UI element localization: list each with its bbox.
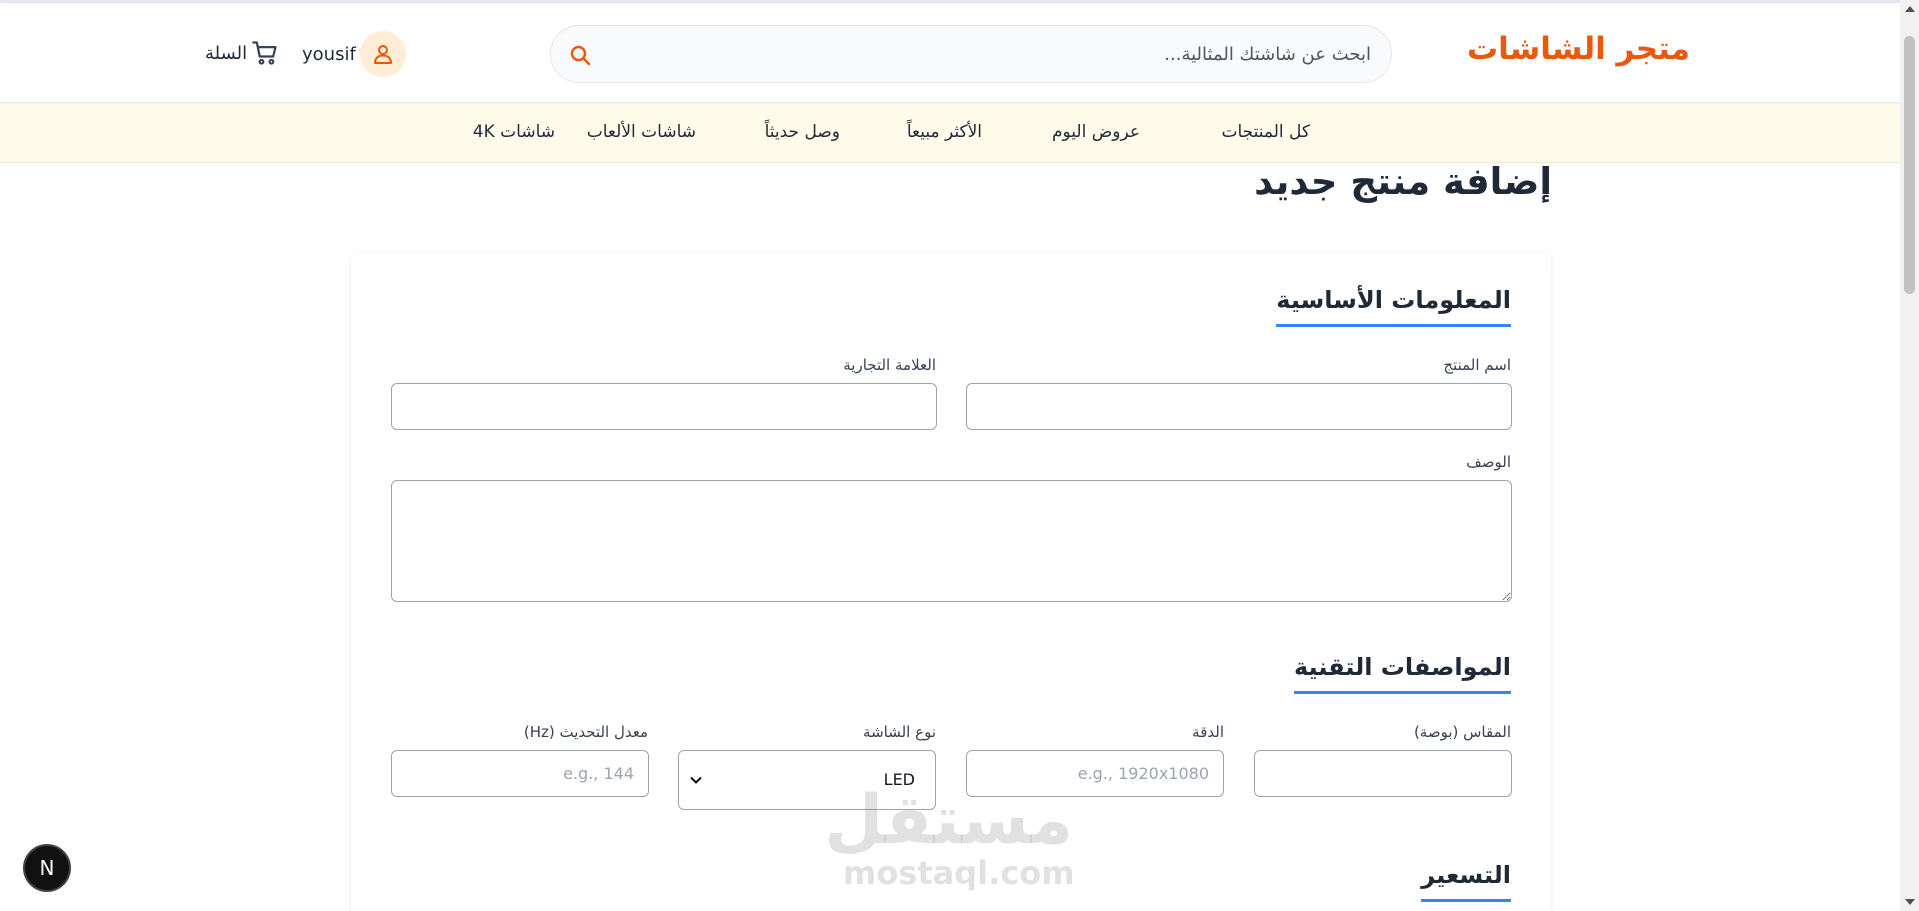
nav-4k-monitors[interactable]: شاشات 4K — [473, 122, 555, 142]
search-bar — [550, 25, 1392, 83]
scroll-up-arrow[interactable] — [1905, 6, 1915, 12]
user-name: yousif — [302, 43, 356, 65]
page-title: إضافة منتج جديد — [1254, 160, 1552, 203]
search-input[interactable] — [631, 26, 1371, 82]
dev-tools-badge[interactable]: N — [23, 844, 71, 892]
user-icon — [373, 45, 392, 64]
brand-label: العلامة التجارية — [843, 356, 936, 374]
nav-new-arrivals[interactable]: وصل حديثاً — [765, 122, 840, 142]
section-title-tech-specs: المواصفات التقنية — [1293, 653, 1511, 694]
search-icon — [570, 45, 591, 66]
resolution-input[interactable] — [966, 750, 1224, 797]
refresh-rate-label: معدل التحديث (Hz) — [523, 723, 648, 741]
section-title-pricing: التسعير — [1421, 861, 1511, 902]
cart-icon — [252, 41, 277, 65]
avatar — [359, 31, 406, 77]
screen-type-label: نوع الشاشة — [863, 723, 936, 741]
product-name-label: اسم المنتج — [1443, 356, 1511, 374]
scroll-thumb[interactable] — [1904, 36, 1915, 294]
size-label: المقاس (بوصة) — [1413, 723, 1511, 741]
nav-best-sellers[interactable]: الأكثر مبيعاً — [907, 122, 982, 142]
nav-gaming-monitors[interactable]: شاشات الألعاب — [587, 122, 696, 142]
chevron-down-icon — [690, 776, 702, 784]
description-label: الوصف — [1466, 453, 1511, 471]
site-header: متجر الشاشات yousif السلة — [0, 3, 1900, 103]
description-textarea[interactable] — [391, 480, 1512, 602]
resolution-label: الدقة — [1192, 723, 1224, 741]
site-logo[interactable]: متجر الشاشات — [1467, 31, 1690, 67]
page-scrollbar[interactable] — [1900, 0, 1919, 911]
section-title-basic-info: المعلومات الأساسية — [1276, 286, 1511, 327]
refresh-rate-input[interactable] — [391, 750, 649, 797]
brand-input[interactable] — [391, 383, 937, 430]
product-form-card: المعلومات الأساسية اسم المنتج العلامة ال… — [351, 253, 1551, 911]
search-button[interactable] — [565, 40, 595, 70]
product-name-input[interactable] — [966, 383, 1512, 430]
screen-type-value: LED — [883, 770, 915, 789]
cart-label: السلة — [205, 42, 248, 64]
nav-todays-deals[interactable]: عروض اليوم — [1052, 122, 1140, 142]
nav-all-products[interactable]: كل المنتجات — [1221, 122, 1310, 142]
size-input[interactable] — [1254, 750, 1512, 797]
category-nav: كل المنتجات عروض اليوم الأكثر مبيعاً وصل… — [0, 104, 1900, 163]
scroll-down-arrow[interactable] — [1905, 899, 1915, 905]
user-menu[interactable]: yousif — [302, 31, 406, 77]
cart-button[interactable]: السلة — [205, 39, 279, 67]
screen-type-select[interactable]: LED — [678, 750, 936, 810]
